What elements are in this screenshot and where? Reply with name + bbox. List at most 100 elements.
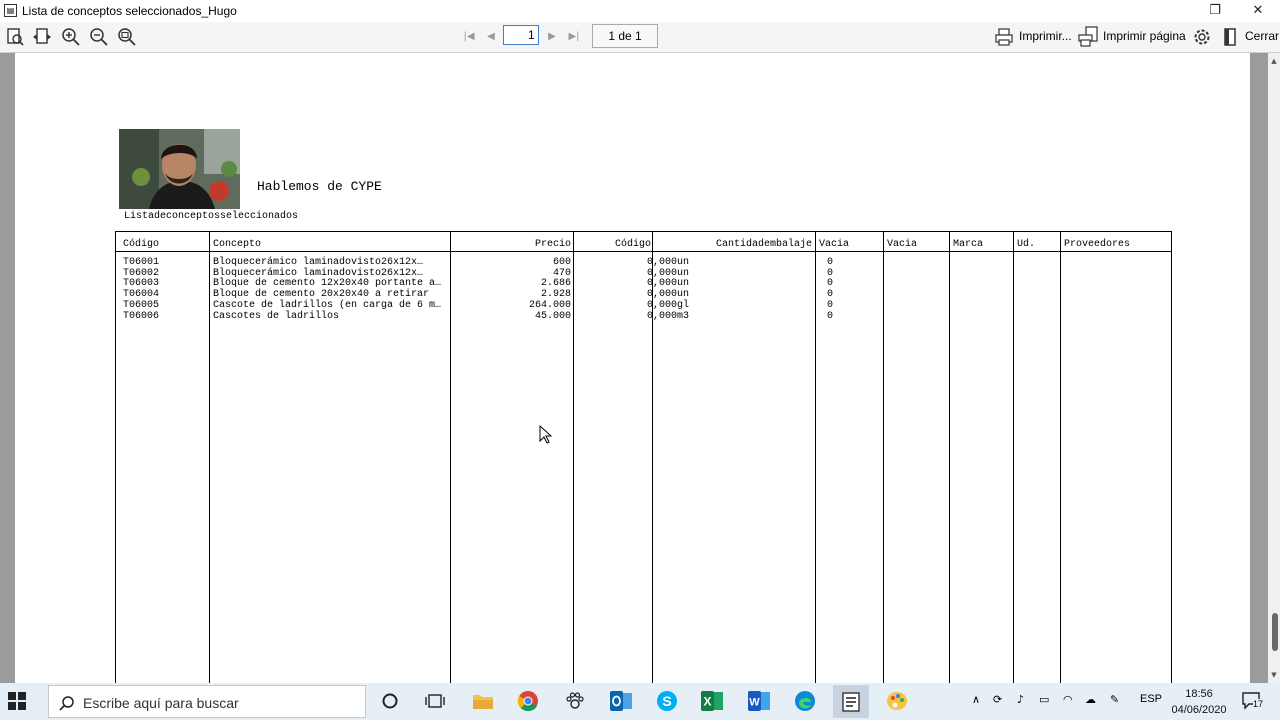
cell-codigo: T06004	[123, 289, 160, 300]
notifications-icon[interactable]: 17	[1240, 689, 1264, 713]
print-page-button[interactable]: Imprimir página	[1103, 29, 1186, 43]
skype-icon[interactable]: S	[655, 689, 679, 713]
first-page-icon[interactable]: |◀	[461, 27, 477, 47]
clock-date: 04/06/2020	[1171, 704, 1227, 716]
windows-start-icon[interactable]	[8, 692, 28, 712]
scroll-up-icon[interactable]: ▲	[1268, 55, 1280, 67]
header-ud: Ud.	[1017, 239, 1036, 250]
zoom-actual-icon[interactable]	[116, 26, 138, 48]
cell-codigo: T06001	[123, 257, 160, 268]
file-explorer-icon[interactable]	[471, 689, 495, 713]
close-window-button[interactable]: ✕	[1238, 1, 1278, 21]
windows-taskbar: Escribe aquí para buscar S X W ∧ ⟳ ♪ ▭ ◠…	[0, 683, 1280, 720]
svg-text:X: X	[703, 695, 711, 709]
svg-text:W: W	[749, 697, 760, 709]
cell-concepto: Bloque de cemento 12x20x40 portante a…	[213, 278, 442, 289]
report-icon: ▤	[4, 4, 17, 17]
cell-precio: 600	[552, 257, 571, 268]
word-icon[interactable]: W	[747, 689, 771, 713]
report-company: Hablemos de CYPE	[257, 179, 382, 194]
taskbar-search[interactable]: Escribe aquí para buscar	[48, 685, 366, 718]
header-vacia-1: Vacia	[819, 239, 850, 250]
concepts-table: Código Concepto Precio Código Cantidadem…	[115, 231, 1172, 683]
outlook-icon[interactable]	[609, 689, 633, 713]
wifi-icon[interactable]: ◠	[1063, 693, 1073, 711]
chrome-icon[interactable]	[516, 689, 540, 713]
header-concepto: Concepto	[213, 239, 262, 250]
header-precio: Precio	[534, 239, 571, 250]
report-page: Hablemos de CYPE Listadeconceptosselecci…	[15, 53, 1250, 683]
search-placeholder: Escribe aquí para buscar	[83, 695, 239, 711]
document-viewer: Hablemos de CYPE Listadeconceptosselecci…	[0, 53, 1268, 683]
search-icon	[59, 696, 74, 711]
cell-precio: 2.928	[540, 289, 571, 300]
cell-codigo: T06005	[123, 300, 160, 311]
cell-concepto: Bloquecerámico laminadovisto26x12x…	[213, 257, 424, 268]
cell-vacia: 0	[827, 257, 834, 268]
mouse-cursor-icon	[539, 425, 553, 444]
cell-cantidad: 0,000un	[647, 257, 690, 268]
cloud-icon[interactable]: ☁	[1085, 693, 1096, 711]
zoom-out-icon[interactable]	[88, 26, 110, 48]
restore-button[interactable]: ❐	[1195, 1, 1235, 21]
microphone-icon[interactable]: ♪	[1017, 693, 1024, 711]
viewer-toolbar: |◀ ◀ 1 ▶ ▶| 1 de 1 Imprimir... Imprimir …	[0, 22, 1280, 53]
cell-cantidad: 0,000un	[647, 278, 690, 289]
header-proveedores: Proveedores	[1064, 239, 1131, 250]
title-bar: ▤ Lista de conceptos seleccionados_Hugo …	[0, 0, 1280, 22]
clock-time: 18:56	[1185, 688, 1213, 700]
svg-text:S: S	[662, 693, 671, 709]
cell-precio: 2.686	[540, 278, 571, 289]
excel-icon[interactable]: X	[700, 689, 724, 713]
header-vacia-2: Vacia	[887, 239, 918, 250]
window-title: Lista de conceptos seleccionados_Hugo	[22, 4, 237, 18]
battery-icon[interactable]: ▭	[1039, 693, 1049, 711]
zoom-in-icon[interactable]	[60, 26, 82, 48]
header-codigo-2: Código	[614, 239, 651, 250]
vertical-scrollbar[interactable]: ▲ ▼	[1268, 53, 1280, 683]
cell-precio: 264.000	[528, 300, 571, 311]
cortana-icon[interactable]	[378, 689, 402, 713]
print-page-icon[interactable]	[1077, 26, 1099, 48]
task-view-icon[interactable]	[423, 689, 447, 713]
close-button[interactable]: Cerrar	[1245, 29, 1279, 43]
exit-door-icon[interactable]	[1219, 26, 1241, 48]
cell-cantidad: 0,000un	[647, 289, 690, 300]
page-number-input[interactable]: 1	[503, 25, 539, 45]
paint-icon[interactable]	[885, 689, 909, 713]
report-subtitle: Listadeconceptosseleccionados	[124, 211, 299, 222]
language-indicator[interactable]: ESP	[1140, 693, 1162, 711]
header-codigo: Código	[123, 239, 160, 250]
print-button[interactable]: Imprimir...	[1019, 29, 1072, 43]
cell-vacia: 0	[827, 289, 834, 300]
pen-icon[interactable]: ✎	[1110, 693, 1119, 711]
paw-app-icon[interactable]	[563, 689, 587, 713]
next-page-icon[interactable]: ▶	[544, 27, 560, 47]
edge-icon[interactable]	[793, 689, 817, 713]
cell-vacia: 0	[827, 311, 834, 322]
cell-cantidad: 0,000m3	[647, 311, 690, 322]
notification-count: 17	[1253, 699, 1264, 709]
cell-vacia: 0	[827, 278, 834, 289]
cell-precio: 45.000	[534, 311, 571, 322]
prev-page-icon[interactable]: ◀	[483, 27, 499, 47]
last-page-icon[interactable]: ▶|	[566, 27, 582, 47]
cell-concepto: Bloque de cemento 20x20x40 a retirar	[213, 289, 430, 300]
profile-photo	[119, 129, 240, 209]
cell-cantidad: 0,000gl	[647, 300, 690, 311]
settings-icon[interactable]	[1191, 26, 1213, 48]
taskbar-clock[interactable]: 18:56 04/06/2020	[1168, 686, 1230, 718]
header-marca: Marca	[953, 239, 984, 250]
sync-icon[interactable]: ⟳	[993, 693, 1002, 711]
scroll-down-icon[interactable]: ▼	[1268, 669, 1280, 681]
cell-codigo: T06006	[123, 311, 160, 322]
fit-width-icon[interactable]	[31, 26, 53, 48]
header-cantidad-embalaje: Cantidadembalaje	[715, 239, 812, 250]
scroll-thumb[interactable]	[1272, 613, 1278, 651]
printer-icon[interactable]	[993, 26, 1015, 48]
report-viewer-task-icon[interactable]	[833, 685, 869, 718]
cell-concepto: Cascote de ladrillos (en carga de 6 m…	[213, 300, 442, 311]
cell-codigo: T06003	[123, 278, 160, 289]
fit-page-icon[interactable]	[4, 26, 26, 48]
tray-chevron-icon[interactable]: ∧	[972, 693, 980, 711]
